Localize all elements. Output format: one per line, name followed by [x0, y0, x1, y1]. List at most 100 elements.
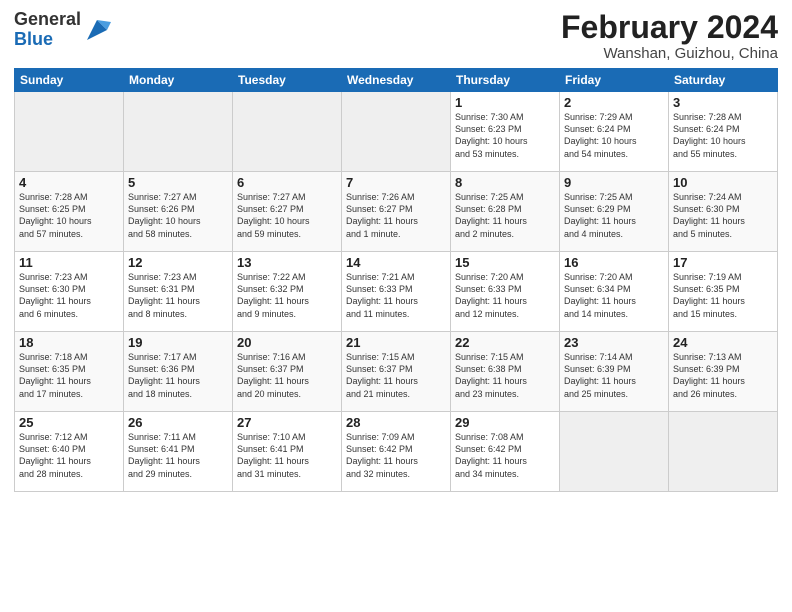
calendar-cell: 29Sunrise: 7:08 AM Sunset: 6:42 PM Dayli… — [451, 412, 560, 492]
day-info: Sunrise: 7:27 AM Sunset: 6:27 PM Dayligh… — [237, 191, 337, 240]
day-info: Sunrise: 7:25 AM Sunset: 6:29 PM Dayligh… — [564, 191, 664, 240]
day-number: 27 — [237, 415, 337, 430]
calendar-cell: 3Sunrise: 7:28 AM Sunset: 6:24 PM Daylig… — [669, 92, 778, 172]
calendar-cell — [233, 92, 342, 172]
day-number: 14 — [346, 255, 446, 270]
calendar-cell: 11Sunrise: 7:23 AM Sunset: 6:30 PM Dayli… — [15, 252, 124, 332]
calendar-cell: 27Sunrise: 7:10 AM Sunset: 6:41 PM Dayli… — [233, 412, 342, 492]
calendar-cell: 24Sunrise: 7:13 AM Sunset: 6:39 PM Dayli… — [669, 332, 778, 412]
calendar-cell: 14Sunrise: 7:21 AM Sunset: 6:33 PM Dayli… — [342, 252, 451, 332]
calendar-cell: 13Sunrise: 7:22 AM Sunset: 6:32 PM Dayli… — [233, 252, 342, 332]
day-number: 28 — [346, 415, 446, 430]
location: Wanshan, Guizhou, China — [561, 45, 778, 62]
day-info: Sunrise: 7:18 AM Sunset: 6:35 PM Dayligh… — [19, 351, 119, 400]
header: General Blue February 2024 Wanshan, Guiz… — [14, 10, 778, 62]
day-number: 25 — [19, 415, 119, 430]
week-row-5: 25Sunrise: 7:12 AM Sunset: 6:40 PM Dayli… — [15, 412, 778, 492]
day-number: 13 — [237, 255, 337, 270]
calendar-cell — [560, 412, 669, 492]
day-number: 12 — [128, 255, 228, 270]
calendar-cell: 16Sunrise: 7:20 AM Sunset: 6:34 PM Dayli… — [560, 252, 669, 332]
calendar-cell: 4Sunrise: 7:28 AM Sunset: 6:25 PM Daylig… — [15, 172, 124, 252]
weekday-saturday: Saturday — [669, 69, 778, 92]
day-number: 1 — [455, 95, 555, 110]
day-number: 3 — [673, 95, 773, 110]
day-number: 26 — [128, 415, 228, 430]
day-info: Sunrise: 7:23 AM Sunset: 6:31 PM Dayligh… — [128, 271, 228, 320]
week-row-2: 4Sunrise: 7:28 AM Sunset: 6:25 PM Daylig… — [15, 172, 778, 252]
day-number: 4 — [19, 175, 119, 190]
day-info: Sunrise: 7:28 AM Sunset: 6:25 PM Dayligh… — [19, 191, 119, 240]
week-row-1: 1Sunrise: 7:30 AM Sunset: 6:23 PM Daylig… — [15, 92, 778, 172]
weekday-tuesday: Tuesday — [233, 69, 342, 92]
day-number: 21 — [346, 335, 446, 350]
logo: General Blue — [14, 10, 111, 50]
day-info: Sunrise: 7:16 AM Sunset: 6:37 PM Dayligh… — [237, 351, 337, 400]
day-info: Sunrise: 7:10 AM Sunset: 6:41 PM Dayligh… — [237, 431, 337, 480]
day-info: Sunrise: 7:24 AM Sunset: 6:30 PM Dayligh… — [673, 191, 773, 240]
day-info: Sunrise: 7:27 AM Sunset: 6:26 PM Dayligh… — [128, 191, 228, 240]
day-number: 7 — [346, 175, 446, 190]
day-number: 19 — [128, 335, 228, 350]
calendar-cell: 18Sunrise: 7:18 AM Sunset: 6:35 PM Dayli… — [15, 332, 124, 412]
calendar-cell: 22Sunrise: 7:15 AM Sunset: 6:38 PM Dayli… — [451, 332, 560, 412]
calendar-cell: 21Sunrise: 7:15 AM Sunset: 6:37 PM Dayli… — [342, 332, 451, 412]
day-info: Sunrise: 7:28 AM Sunset: 6:24 PM Dayligh… — [673, 111, 773, 160]
calendar-cell: 19Sunrise: 7:17 AM Sunset: 6:36 PM Dayli… — [124, 332, 233, 412]
calendar-cell: 1Sunrise: 7:30 AM Sunset: 6:23 PM Daylig… — [451, 92, 560, 172]
day-info: Sunrise: 7:12 AM Sunset: 6:40 PM Dayligh… — [19, 431, 119, 480]
calendar-cell: 20Sunrise: 7:16 AM Sunset: 6:37 PM Dayli… — [233, 332, 342, 412]
month-year: February 2024 — [561, 10, 778, 45]
calendar-cell: 28Sunrise: 7:09 AM Sunset: 6:42 PM Dayli… — [342, 412, 451, 492]
day-info: Sunrise: 7:20 AM Sunset: 6:33 PM Dayligh… — [455, 271, 555, 320]
title-block: February 2024 Wanshan, Guizhou, China — [561, 10, 778, 62]
day-info: Sunrise: 7:30 AM Sunset: 6:23 PM Dayligh… — [455, 111, 555, 160]
day-info: Sunrise: 7:21 AM Sunset: 6:33 PM Dayligh… — [346, 271, 446, 320]
weekday-header-row: SundayMondayTuesdayWednesdayThursdayFrid… — [15, 69, 778, 92]
calendar-cell — [124, 92, 233, 172]
calendar-cell: 17Sunrise: 7:19 AM Sunset: 6:35 PM Dayli… — [669, 252, 778, 332]
calendar-cell: 5Sunrise: 7:27 AM Sunset: 6:26 PM Daylig… — [124, 172, 233, 252]
logo-blue-text: Blue — [14, 29, 53, 49]
day-info: Sunrise: 7:17 AM Sunset: 6:36 PM Dayligh… — [128, 351, 228, 400]
weekday-friday: Friday — [560, 69, 669, 92]
day-number: 18 — [19, 335, 119, 350]
day-number: 20 — [237, 335, 337, 350]
calendar-cell: 12Sunrise: 7:23 AM Sunset: 6:31 PM Dayli… — [124, 252, 233, 332]
weekday-wednesday: Wednesday — [342, 69, 451, 92]
day-info: Sunrise: 7:13 AM Sunset: 6:39 PM Dayligh… — [673, 351, 773, 400]
day-number: 5 — [128, 175, 228, 190]
day-number: 24 — [673, 335, 773, 350]
day-info: Sunrise: 7:14 AM Sunset: 6:39 PM Dayligh… — [564, 351, 664, 400]
day-number: 17 — [673, 255, 773, 270]
day-number: 10 — [673, 175, 773, 190]
day-info: Sunrise: 7:23 AM Sunset: 6:30 PM Dayligh… — [19, 271, 119, 320]
weekday-sunday: Sunday — [15, 69, 124, 92]
day-number: 16 — [564, 255, 664, 270]
day-info: Sunrise: 7:25 AM Sunset: 6:28 PM Dayligh… — [455, 191, 555, 240]
calendar-cell: 15Sunrise: 7:20 AM Sunset: 6:33 PM Dayli… — [451, 252, 560, 332]
calendar-cell: 10Sunrise: 7:24 AM Sunset: 6:30 PM Dayli… — [669, 172, 778, 252]
day-info: Sunrise: 7:26 AM Sunset: 6:27 PM Dayligh… — [346, 191, 446, 240]
day-number: 23 — [564, 335, 664, 350]
week-row-4: 18Sunrise: 7:18 AM Sunset: 6:35 PM Dayli… — [15, 332, 778, 412]
week-row-3: 11Sunrise: 7:23 AM Sunset: 6:30 PM Dayli… — [15, 252, 778, 332]
day-number: 6 — [237, 175, 337, 190]
logo-icon — [83, 16, 111, 44]
calendar-cell: 7Sunrise: 7:26 AM Sunset: 6:27 PM Daylig… — [342, 172, 451, 252]
day-info: Sunrise: 7:20 AM Sunset: 6:34 PM Dayligh… — [564, 271, 664, 320]
weekday-monday: Monday — [124, 69, 233, 92]
day-info: Sunrise: 7:08 AM Sunset: 6:42 PM Dayligh… — [455, 431, 555, 480]
day-number: 29 — [455, 415, 555, 430]
calendar-cell — [669, 412, 778, 492]
day-info: Sunrise: 7:11 AM Sunset: 6:41 PM Dayligh… — [128, 431, 228, 480]
day-info: Sunrise: 7:09 AM Sunset: 6:42 PM Dayligh… — [346, 431, 446, 480]
weekday-thursday: Thursday — [451, 69, 560, 92]
day-number: 15 — [455, 255, 555, 270]
day-number: 2 — [564, 95, 664, 110]
calendar-cell: 25Sunrise: 7:12 AM Sunset: 6:40 PM Dayli… — [15, 412, 124, 492]
calendar-cell: 6Sunrise: 7:27 AM Sunset: 6:27 PM Daylig… — [233, 172, 342, 252]
day-number: 11 — [19, 255, 119, 270]
day-info: Sunrise: 7:15 AM Sunset: 6:38 PM Dayligh… — [455, 351, 555, 400]
calendar-cell: 23Sunrise: 7:14 AM Sunset: 6:39 PM Dayli… — [560, 332, 669, 412]
